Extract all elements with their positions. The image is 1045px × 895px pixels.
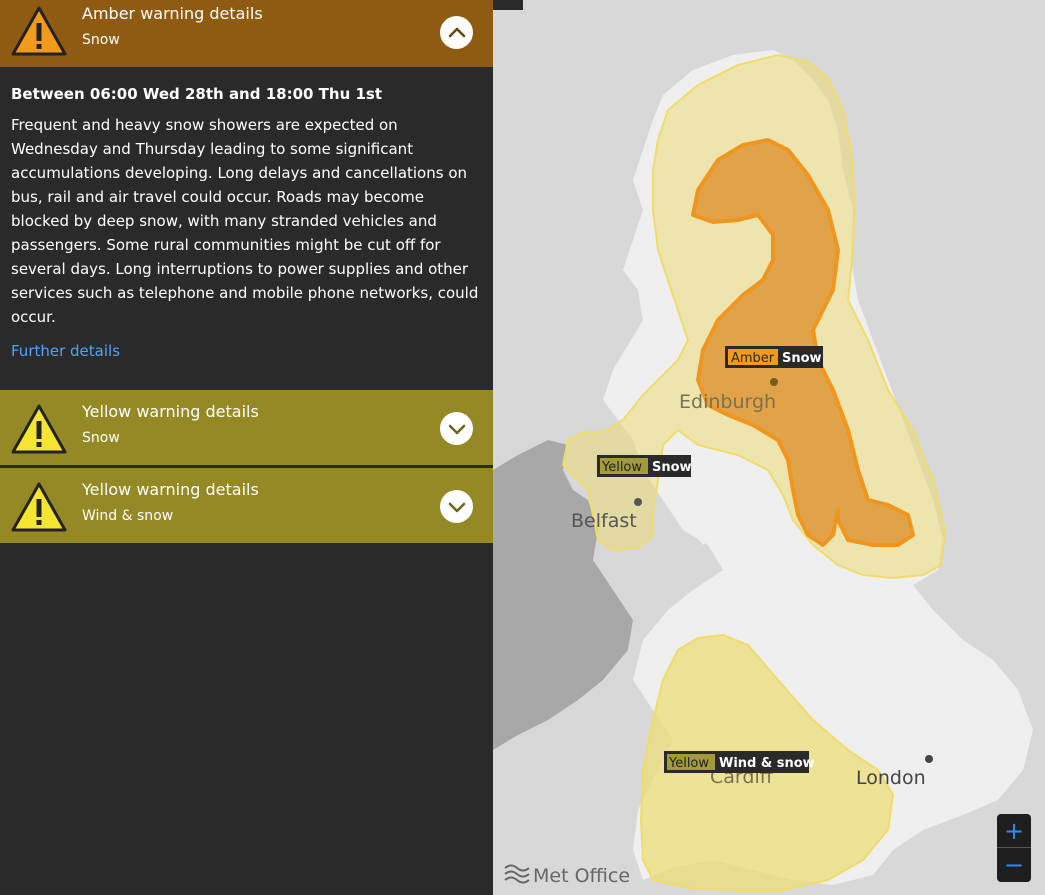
warning-title: Amber warning details [82,4,263,23]
further-details-link[interactable]: Further details [11,342,120,360]
amber-warning-header[interactable]: Amber warning details Snow [0,0,493,67]
city-label-london: London [856,767,926,789]
yellow-wind-snow-map-label[interactable]: Yellow Wind & snow [664,751,815,773]
zoom-out-button[interactable]: − [997,848,1031,882]
yellow-snow-map-label[interactable]: Yellow Snow [597,455,692,477]
label-hazard: Snow [782,351,822,366]
chevron-up-icon [448,27,465,37]
edinburgh-marker [770,378,778,386]
map-canvas[interactable]: Edinburgh Belfast Cardiff London Amber S… [493,0,1045,895]
logo-text: Met Office [533,865,630,887]
city-label-belfast: Belfast [571,510,637,532]
label-level: Yellow [668,756,709,771]
yellow-wind-snow-warning-header[interactable]: Yellow warning details Wind & snow [0,468,493,543]
warning-period: Between 06:00 Wed 28th and 18:00 Thu 1st [11,85,383,103]
expand-button[interactable] [440,412,473,445]
warning-hazard: Snow [82,32,120,48]
warning-hazard: Wind & snow [82,508,174,524]
yellow-snow-warning-header[interactable]: Yellow warning details Snow [0,390,493,465]
chevron-down-icon [448,502,465,512]
london-marker [925,755,933,763]
warning-triangle-icon [11,482,67,532]
warning-triangle-icon [11,6,67,56]
label-level: Yellow [601,460,642,475]
warnings-panel: Amber warning details Snow Between 06:00… [0,0,493,895]
zoom-controls: + − [997,814,1031,882]
collapse-button[interactable] [440,16,473,49]
warning-triangle-icon [11,404,67,454]
warning-description: Frequent and heavy snow showers are expe… [11,116,479,326]
warning-title: Yellow warning details [82,480,259,499]
expand-button[interactable] [440,490,473,523]
warning-hazard: Snow [82,430,120,446]
label-level: Amber [731,351,775,366]
amber-warning-details: Between 06:00 Wed 28th and 18:00 Thu 1st… [0,67,493,360]
chevron-down-icon [448,424,465,434]
zoom-in-button[interactable]: + [997,814,1031,848]
label-hazard: Wind & snow [719,756,815,771]
belfast-marker [634,498,642,506]
city-label-edinburgh: Edinburgh [679,391,776,413]
label-hazard: Snow [652,460,692,475]
warnings-map[interactable]: Edinburgh Belfast Cardiff London Amber S… [493,0,1045,895]
amber-snow-map-label[interactable]: Amber Snow [725,346,823,368]
warning-title: Yellow warning details [82,402,259,421]
